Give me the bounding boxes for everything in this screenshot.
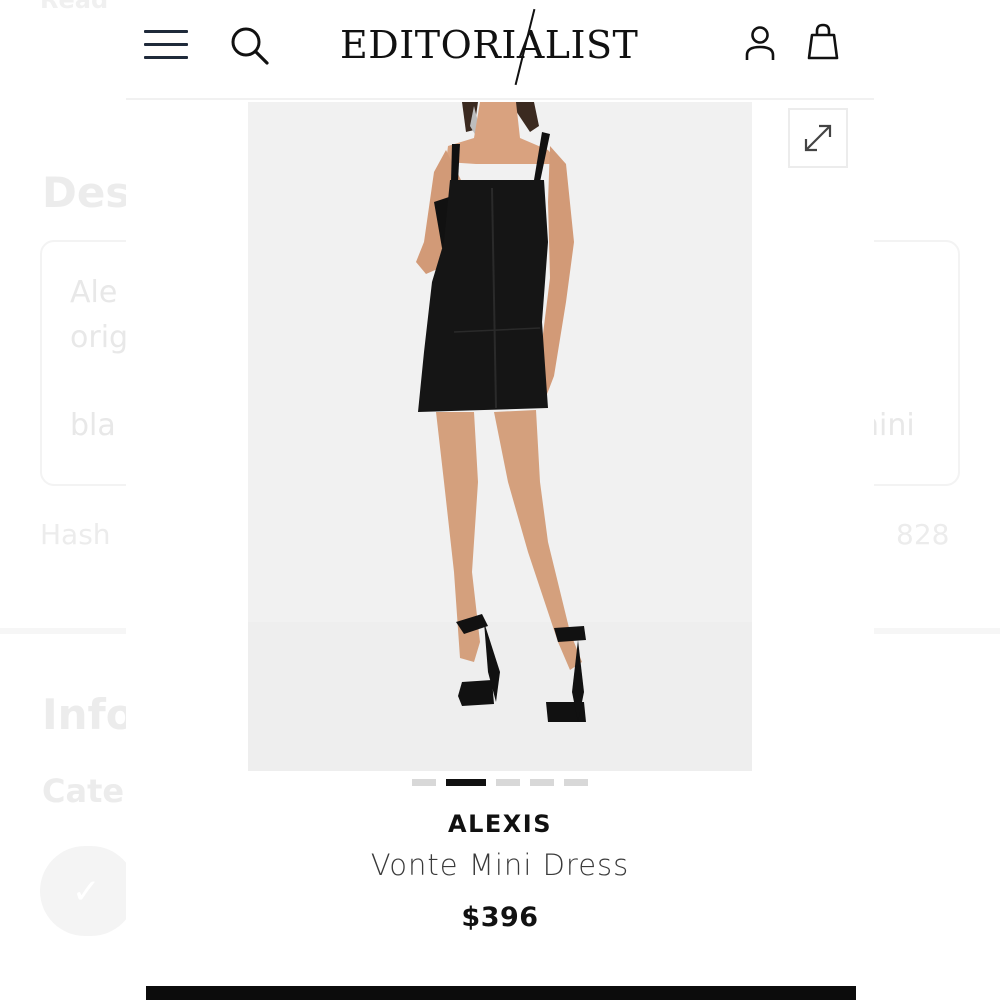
search-icon[interactable] bbox=[228, 24, 272, 68]
user-account-icon[interactable] bbox=[744, 24, 776, 64]
bg-hash-value: 828 bbox=[896, 518, 950, 551]
carousel-dot-1[interactable] bbox=[412, 779, 436, 786]
model-photo bbox=[248, 102, 752, 771]
bg-description-line-3: bla bbox=[70, 408, 116, 443]
site-header: EDITORIALIST bbox=[126, 0, 874, 100]
bg-category-label: Cate bbox=[42, 772, 125, 810]
logo-text: EDITORIALIST bbox=[340, 23, 639, 67]
bg-hash-label: Hash bbox=[40, 518, 111, 551]
bg-info-heading: Info bbox=[42, 690, 135, 739]
bg-description-line-1: Ale bbox=[70, 275, 118, 310]
product-price: $396 bbox=[461, 902, 539, 933]
product-brand[interactable]: ALEXIS bbox=[126, 810, 874, 838]
site-logo[interactable]: EDITORIALIST bbox=[340, 8, 662, 86]
product-image[interactable] bbox=[248, 102, 752, 771]
product-panel: EDITORIALIST ALEXIS Vonte Mini Dress $39… bbox=[126, 0, 874, 1000]
bg-description-heading: Des bbox=[42, 168, 131, 217]
expand-button[interactable] bbox=[788, 108, 848, 168]
product-title: Vonte Mini Dress bbox=[370, 848, 630, 882]
carousel-dot-5[interactable] bbox=[564, 779, 588, 786]
expand-diagonal-icon bbox=[804, 124, 832, 152]
carousel-dot-3[interactable] bbox=[496, 779, 520, 786]
carousel-dot-4[interactable] bbox=[530, 779, 554, 786]
check-icon: ✓ bbox=[72, 872, 101, 912]
bg-description-line-2: orig bbox=[70, 320, 129, 355]
carousel-dot-2-active[interactable] bbox=[446, 779, 486, 786]
shop-now-button[interactable] bbox=[146, 986, 856, 1000]
bg-top-fragment: Read bbox=[40, 0, 109, 14]
hamburger-menu-icon[interactable] bbox=[144, 28, 188, 62]
carousel-indicators bbox=[412, 779, 592, 787]
shopping-bag-icon[interactable] bbox=[806, 22, 840, 62]
